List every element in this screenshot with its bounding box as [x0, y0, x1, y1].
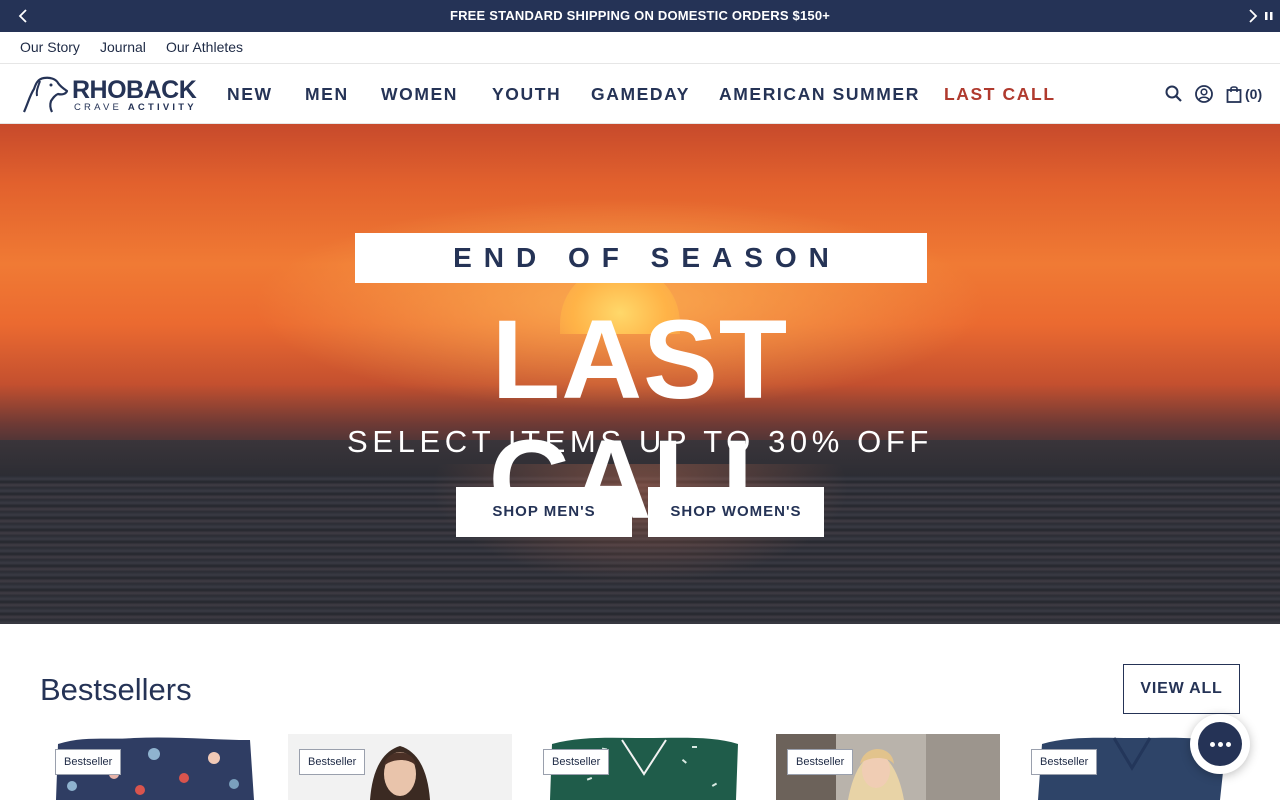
nav-item-youth[interactable]: YOUTH [492, 64, 561, 124]
chat-bubble-icon[interactable] [1190, 714, 1250, 774]
product-card[interactable]: Bestseller [288, 734, 512, 800]
brand-wordmark: RHOBACK [72, 76, 197, 104]
chat-dot [1218, 742, 1223, 747]
shopping-bag-icon[interactable] [1223, 83, 1245, 105]
chevron-right-icon[interactable] [1246, 6, 1260, 26]
product-card[interactable]: Bestseller [776, 734, 1000, 800]
hero-subhead: SELECT ITEMS UP TO 30% OFF [347, 424, 933, 459]
bestseller-badge: Bestseller [1031, 749, 1098, 775]
pause-icon[interactable] [1262, 6, 1276, 26]
announcement-bar: FREE STANDARD SHIPPING ON DOMESTIC ORDER… [0, 0, 1280, 32]
chat-dot [1210, 742, 1215, 747]
nav-item-american-summer[interactable]: AMERICAN SUMMER [719, 64, 920, 124]
rhoback-logo[interactable]: RHOBACK CRAVE ACTIVITY [20, 72, 202, 116]
brand-tagline: CRAVE ACTIVITY [74, 102, 197, 113]
view-all-button[interactable]: VIEW ALL [1123, 664, 1240, 714]
announcement-text: FREE STANDARD SHIPPING ON DOMESTIC ORDER… [449, 8, 831, 23]
bestseller-badge: Bestseller [55, 749, 122, 775]
site-header: RHOBACK CRAVE ACTIVITY NEW MEN WOMEN YOU… [0, 64, 1280, 124]
bestseller-badge: Bestseller [543, 749, 610, 775]
product-card[interactable]: Bestseller [44, 734, 268, 800]
utility-nav: Our Story Journal Our Athletes [0, 32, 1280, 64]
product-card[interactable]: Bestseller [532, 734, 756, 800]
bestseller-badge: Bestseller [299, 749, 366, 775]
account-icon[interactable] [1193, 83, 1215, 105]
cart-count[interactable]: (0) [1245, 84, 1262, 104]
utility-link-our-athletes[interactable]: Our Athletes [166, 32, 243, 63]
nav-item-men[interactable]: MEN [305, 64, 349, 124]
nav-item-new[interactable]: NEW [227, 64, 273, 124]
shop-womens-button[interactable]: SHOP WOMEN'S [648, 487, 824, 537]
utility-link-journal[interactable]: Journal [100, 32, 146, 63]
chat-dot [1226, 742, 1231, 747]
shop-mens-button[interactable]: SHOP MEN'S [456, 487, 632, 537]
chat-button-inner [1198, 722, 1242, 766]
nav-item-last-call[interactable]: LAST CALL [944, 64, 1056, 124]
bestseller-badge: Bestseller [787, 749, 854, 775]
dog-logo-icon [22, 76, 69, 113]
bestsellers-title: Bestsellers [40, 672, 192, 707]
nav-item-women[interactable]: WOMEN [381, 64, 458, 124]
hero-kicker: END OF SEASON [355, 233, 927, 283]
hero-headline: LAST CALL [488, 297, 792, 542]
nav-item-gameday[interactable]: GAMEDAY [591, 64, 690, 124]
search-icon[interactable] [1163, 83, 1185, 105]
utility-link-our-story[interactable]: Our Story [20, 32, 80, 63]
